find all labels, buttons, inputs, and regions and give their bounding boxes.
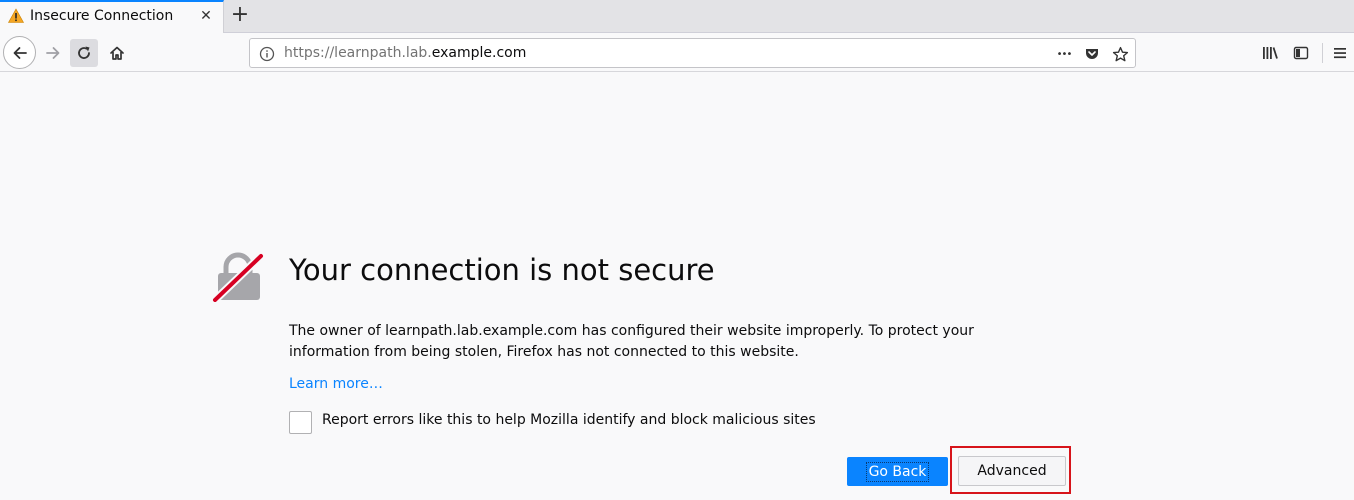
url-text[interactable]: https://learnpath.lab.example.com [284,45,526,61]
error-description: The owner of learnpath.lab.example.com h… [289,323,974,360]
reload-icon [78,46,90,59]
library-button[interactable] [1258,41,1282,65]
report-errors-label[interactable]: Report errors like this to help Mozilla … [322,412,816,428]
forward-button[interactable] [38,38,68,68]
new-tab-button[interactable]: + [228,3,252,29]
advanced-highlight-box: Advanced [950,446,1071,494]
nav-toolbar: https://learnpath.lab.example.com ••• [0,34,1354,72]
menu-button[interactable] [1328,41,1352,65]
forward-arrow-icon [46,47,60,59]
learn-more-link[interactable]: Learn more… [289,376,383,392]
library-icon [1263,47,1278,59]
warning-triangle-icon [8,8,24,23]
go-back-button[interactable]: Go Back [847,457,948,486]
advanced-button[interactable]: Advanced [958,456,1066,486]
back-button[interactable] [3,36,36,69]
info-icon[interactable] [259,46,275,62]
hamburger-menu-icon [1334,48,1346,59]
pocket-icon[interactable] [1083,45,1101,63]
page-title: Your connection is not secure [289,253,715,287]
go-back-label: Go Back [865,461,930,482]
tab-insecure-connection[interactable]: Insecure Connection ✕ [0,0,224,33]
url-prefix: https://learnpath.lab. [284,45,432,61]
reload-button[interactable] [70,39,98,67]
sidebar-button[interactable] [1289,41,1313,65]
page-actions-icon[interactable]: ••• [1055,45,1073,63]
home-icon [110,46,124,60]
home-button[interactable] [102,38,132,68]
tab-title: Insecure Connection [30,8,174,24]
sidebar-icon [1293,46,1309,60]
broken-lock-icon [212,252,264,302]
toolbar-separator [1322,43,1323,63]
report-errors-checkbox[interactable] [289,411,312,434]
tab-close-icon[interactable]: ✕ [198,8,214,24]
back-arrow-icon [13,46,27,59]
bookmark-star-icon[interactable] [1111,45,1129,63]
url-bar[interactable]: https://learnpath.lab.example.com ••• [249,38,1136,68]
url-host: example.com [431,45,527,61]
tab-strip: Insecure Connection ✕ + [0,0,1354,33]
url-actions: ••• [1055,44,1129,64]
